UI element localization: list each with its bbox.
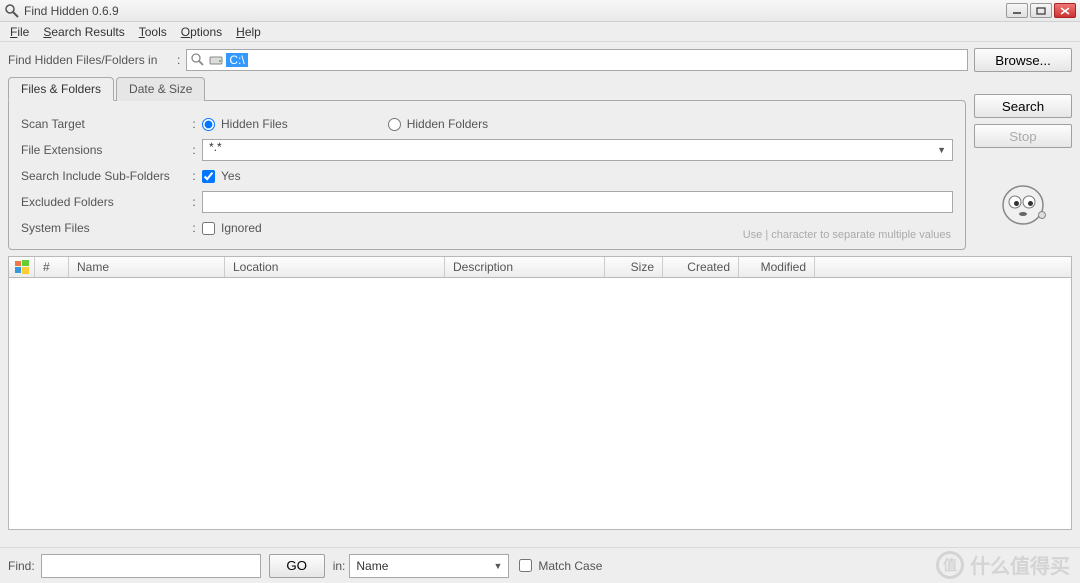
excluded-label: Excluded Folders (21, 195, 186, 209)
col-modified[interactable]: Modified (739, 257, 815, 277)
results-list[interactable] (8, 278, 1072, 530)
maximize-button[interactable] (1030, 3, 1052, 18)
scan-target-label: Scan Target (21, 117, 186, 131)
col-os-icon[interactable] (9, 257, 35, 277)
watermark: 值 什么值得买 (936, 550, 1070, 579)
minimize-button[interactable] (1006, 3, 1028, 18)
system-files-input[interactable] (202, 222, 215, 235)
radio-hidden-folders[interactable]: Hidden Folders (388, 117, 488, 131)
path-row: Find Hidden Files/Folders in : C:\ Brows… (0, 42, 1080, 76)
col-size[interactable]: Size (605, 257, 663, 277)
col-number[interactable]: # (35, 257, 69, 277)
radio-hidden-files-input[interactable] (202, 118, 215, 131)
menu-tools[interactable]: Tools (133, 23, 173, 41)
chevron-down-icon: ▼ (493, 561, 502, 571)
menu-help[interactable]: Help (230, 23, 267, 41)
browse-button[interactable]: Browse... (974, 48, 1072, 72)
tab-files-folders[interactable]: Files & Folders (8, 77, 114, 101)
col-spacer (815, 257, 1071, 277)
in-label: in: (333, 559, 346, 573)
system-files-label: System Files (21, 221, 186, 235)
titlebar: Find Hidden 0.6.9 (0, 0, 1080, 22)
file-extensions-label: File Extensions (21, 143, 186, 157)
side-column: Search Stop (974, 76, 1072, 250)
col-description[interactable]: Description (445, 257, 605, 277)
path-label: Find Hidden Files/Folders in (8, 53, 173, 67)
tab-date-size[interactable]: Date & Size (116, 77, 205, 101)
tabs-header: Files & Folders Date & Size (8, 77, 966, 101)
search-icon (190, 52, 206, 68)
close-button[interactable] (1054, 3, 1076, 18)
separator-hint: Use | character to separate multiple val… (743, 229, 951, 241)
file-extensions-combo[interactable]: *.* ▼ (202, 139, 953, 161)
chevron-down-icon: ▼ (937, 145, 946, 155)
radio-hidden-files[interactable]: Hidden Files (202, 117, 288, 131)
in-combo[interactable]: Name ▼ (349, 554, 509, 578)
menu-options[interactable]: Options (175, 23, 228, 41)
excluded-input[interactable] (202, 191, 953, 213)
include-sub-input[interactable] (202, 170, 215, 183)
go-button[interactable]: GO (269, 554, 325, 578)
include-sub-checkbox[interactable]: Yes (202, 169, 241, 183)
find-input[interactable] (41, 554, 261, 578)
col-name[interactable]: Name (69, 257, 225, 277)
footer: Find: GO in: Name ▼ Match Case 值 什么值得买 (0, 547, 1080, 583)
find-label: Find: (8, 559, 35, 573)
radio-hidden-folders-input[interactable] (388, 118, 401, 131)
col-created[interactable]: Created (663, 257, 739, 277)
menu-search-results[interactable]: Search Results (37, 23, 130, 41)
path-input[interactable]: C:\ (186, 49, 968, 71)
window-title: Find Hidden 0.6.9 (24, 4, 1006, 18)
col-location[interactable]: Location (225, 257, 445, 277)
include-sub-label: Search Include Sub-Folders (21, 169, 186, 183)
menubar: File Search Results Tools Options Help (0, 22, 1080, 42)
search-button[interactable]: Search (974, 94, 1072, 118)
path-value: C:\ (226, 53, 247, 67)
match-case-input[interactable] (519, 559, 532, 572)
drive-icon (208, 52, 224, 68)
match-case-checkbox[interactable]: Match Case (519, 559, 602, 573)
tab-body: Scan Target : Hidden Files Hidden Folder… (8, 100, 966, 250)
stop-button[interactable]: Stop (974, 124, 1072, 148)
mascot-icon (1000, 182, 1046, 231)
results-header: # Name Location Description Size Created… (8, 256, 1072, 278)
menu-file[interactable]: File (4, 23, 35, 41)
system-files-checkbox[interactable]: Ignored (202, 221, 262, 235)
app-icon (4, 3, 20, 19)
